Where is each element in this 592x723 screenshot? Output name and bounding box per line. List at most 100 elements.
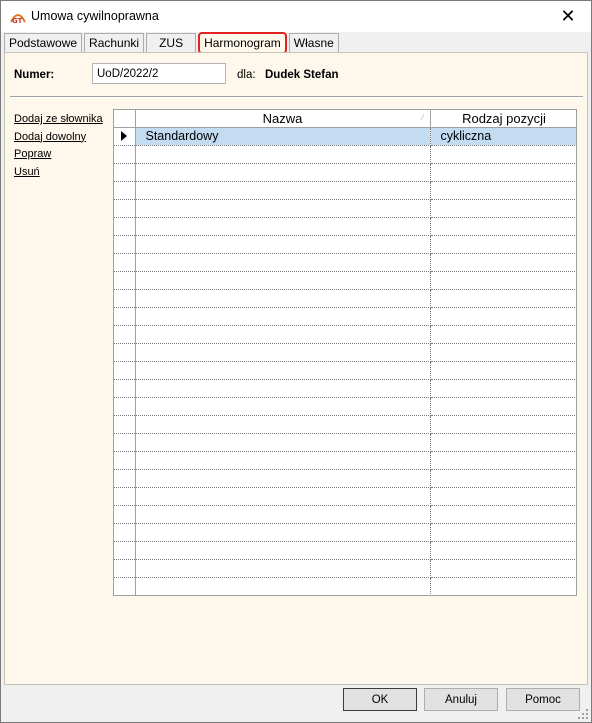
table-row-empty[interactable] xyxy=(114,325,576,344)
cell-nazwa[interactable] xyxy=(135,505,431,524)
cell-rodzaj[interactable] xyxy=(430,559,576,578)
tab-harmonogram[interactable]: Harmonogram xyxy=(198,32,287,54)
cell-nazwa[interactable] xyxy=(135,235,431,254)
table-row-empty[interactable] xyxy=(114,181,576,200)
table-row-empty[interactable] xyxy=(114,487,576,506)
tab-podstawowe[interactable]: Podstawowe xyxy=(4,33,83,52)
cell-rodzaj[interactable] xyxy=(430,451,576,470)
table-row-empty[interactable] xyxy=(114,577,576,595)
table-row-empty[interactable] xyxy=(114,379,576,398)
cell-nazwa[interactable] xyxy=(135,253,431,272)
table-row-empty[interactable] xyxy=(114,343,576,362)
table-row-empty[interactable] xyxy=(114,541,576,560)
title-bar[interactable]: GT Umowa cywilnoprawna ✕ xyxy=(1,1,591,32)
resize-grip-icon[interactable] xyxy=(577,708,589,720)
tab-zus[interactable]: ZUS xyxy=(146,33,197,52)
row-indicator xyxy=(114,451,136,470)
cell-rodzaj[interactable] xyxy=(430,289,576,308)
cell-rodzaj[interactable] xyxy=(430,469,576,488)
row-indicator xyxy=(114,541,136,560)
cell-nazwa[interactable] xyxy=(135,451,431,470)
cancel-button[interactable]: Anuluj xyxy=(424,688,498,711)
cell-nazwa[interactable] xyxy=(135,487,431,506)
table-row-empty[interactable] xyxy=(114,217,576,236)
table-row-empty[interactable] xyxy=(114,163,576,182)
cell-nazwa[interactable] xyxy=(135,163,431,182)
cell-nazwa[interactable] xyxy=(135,145,431,164)
table-row-empty[interactable] xyxy=(114,271,576,290)
table-row-empty[interactable] xyxy=(114,469,576,488)
cell-rodzaj[interactable] xyxy=(430,145,576,164)
cell-rodzaj[interactable] xyxy=(430,379,576,398)
cell-nazwa[interactable] xyxy=(135,325,431,344)
cell-rodzaj[interactable] xyxy=(430,541,576,560)
cell-rodzaj[interactable] xyxy=(430,343,576,362)
cell-nazwa[interactable] xyxy=(135,541,431,560)
cell-rodzaj[interactable] xyxy=(430,433,576,452)
cell-rodzaj[interactable] xyxy=(430,325,576,344)
cell-nazwa[interactable] xyxy=(135,469,431,488)
table-row-empty[interactable] xyxy=(114,289,576,308)
tab-rachunki[interactable]: Rachunki xyxy=(84,33,145,52)
dodaj-dowolny-link[interactable]: Dodaj dowolny xyxy=(14,129,103,147)
cell-nazwa[interactable] xyxy=(135,433,431,452)
usun-link[interactable]: Usuń xyxy=(14,164,103,182)
cell-nazwa[interactable] xyxy=(135,397,431,416)
table-row-empty[interactable] xyxy=(114,523,576,542)
cell-nazwa[interactable] xyxy=(135,379,431,398)
table-row-empty[interactable] xyxy=(114,199,576,218)
table-row-empty[interactable] xyxy=(114,505,576,524)
table-row-empty[interactable] xyxy=(114,145,576,164)
schedule-table: Nazwa ⁄ Rodzaj pozycji Standardowy cykli… xyxy=(114,110,576,595)
cell-nazwa[interactable] xyxy=(135,181,431,200)
cell-rodzaj[interactable] xyxy=(430,199,576,218)
table-row[interactable]: Standardowy cykliczna xyxy=(114,127,576,146)
cell-nazwa[interactable] xyxy=(135,361,431,380)
cell-nazwa[interactable] xyxy=(135,577,431,595)
table-row-empty[interactable] xyxy=(114,361,576,380)
table-row-empty[interactable] xyxy=(114,397,576,416)
cell-nazwa[interactable] xyxy=(135,289,431,308)
cell-nazwa[interactable] xyxy=(135,271,431,290)
cell-rodzaj[interactable] xyxy=(430,253,576,272)
cell-rodzaj[interactable]: cykliczna xyxy=(430,127,576,146)
cell-rodzaj[interactable] xyxy=(430,181,576,200)
table-row-empty[interactable] xyxy=(114,559,576,578)
cell-rodzaj[interactable] xyxy=(430,505,576,524)
cell-nazwa[interactable] xyxy=(135,217,431,236)
help-button[interactable]: Pomoc xyxy=(506,688,580,711)
dodaj-ze-slownika-link[interactable]: Dodaj ze słownika xyxy=(14,111,103,129)
cell-rodzaj[interactable] xyxy=(430,163,576,182)
schedule-grid[interactable]: Nazwa ⁄ Rodzaj pozycji Standardowy cykli… xyxy=(113,109,577,596)
table-row-empty[interactable] xyxy=(114,433,576,452)
popraw-link[interactable]: Popraw xyxy=(14,146,103,164)
column-header-rodzaj[interactable]: Rodzaj pozycji xyxy=(430,110,576,128)
cell-rodzaj[interactable] xyxy=(430,397,576,416)
cell-nazwa[interactable] xyxy=(135,199,431,218)
numer-field[interactable] xyxy=(92,63,226,84)
cell-nazwa[interactable] xyxy=(135,415,431,434)
cell-rodzaj[interactable] xyxy=(430,487,576,506)
tab-wlasne[interactable]: Własne xyxy=(288,33,339,52)
cell-nazwa[interactable] xyxy=(135,307,431,326)
cell-nazwa[interactable] xyxy=(135,343,431,362)
close-button[interactable]: ✕ xyxy=(545,1,591,32)
cell-rodzaj[interactable] xyxy=(430,361,576,380)
table-row-empty[interactable] xyxy=(114,253,576,272)
cell-rodzaj[interactable] xyxy=(430,577,576,595)
ok-button[interactable]: OK xyxy=(343,688,417,711)
cell-rodzaj[interactable] xyxy=(430,271,576,290)
table-row-empty[interactable] xyxy=(114,307,576,326)
cell-rodzaj[interactable] xyxy=(430,523,576,542)
cell-nazwa[interactable]: Standardowy xyxy=(135,127,431,146)
cell-rodzaj[interactable] xyxy=(430,415,576,434)
cell-rodzaj[interactable] xyxy=(430,217,576,236)
cell-rodzaj[interactable] xyxy=(430,235,576,254)
table-row-empty[interactable] xyxy=(114,235,576,254)
cell-rodzaj[interactable] xyxy=(430,307,576,326)
cell-nazwa[interactable] xyxy=(135,559,431,578)
table-row-empty[interactable] xyxy=(114,415,576,434)
table-row-empty[interactable] xyxy=(114,451,576,470)
cell-nazwa[interactable] xyxy=(135,523,431,542)
column-header-nazwa[interactable]: Nazwa ⁄ xyxy=(135,110,431,128)
